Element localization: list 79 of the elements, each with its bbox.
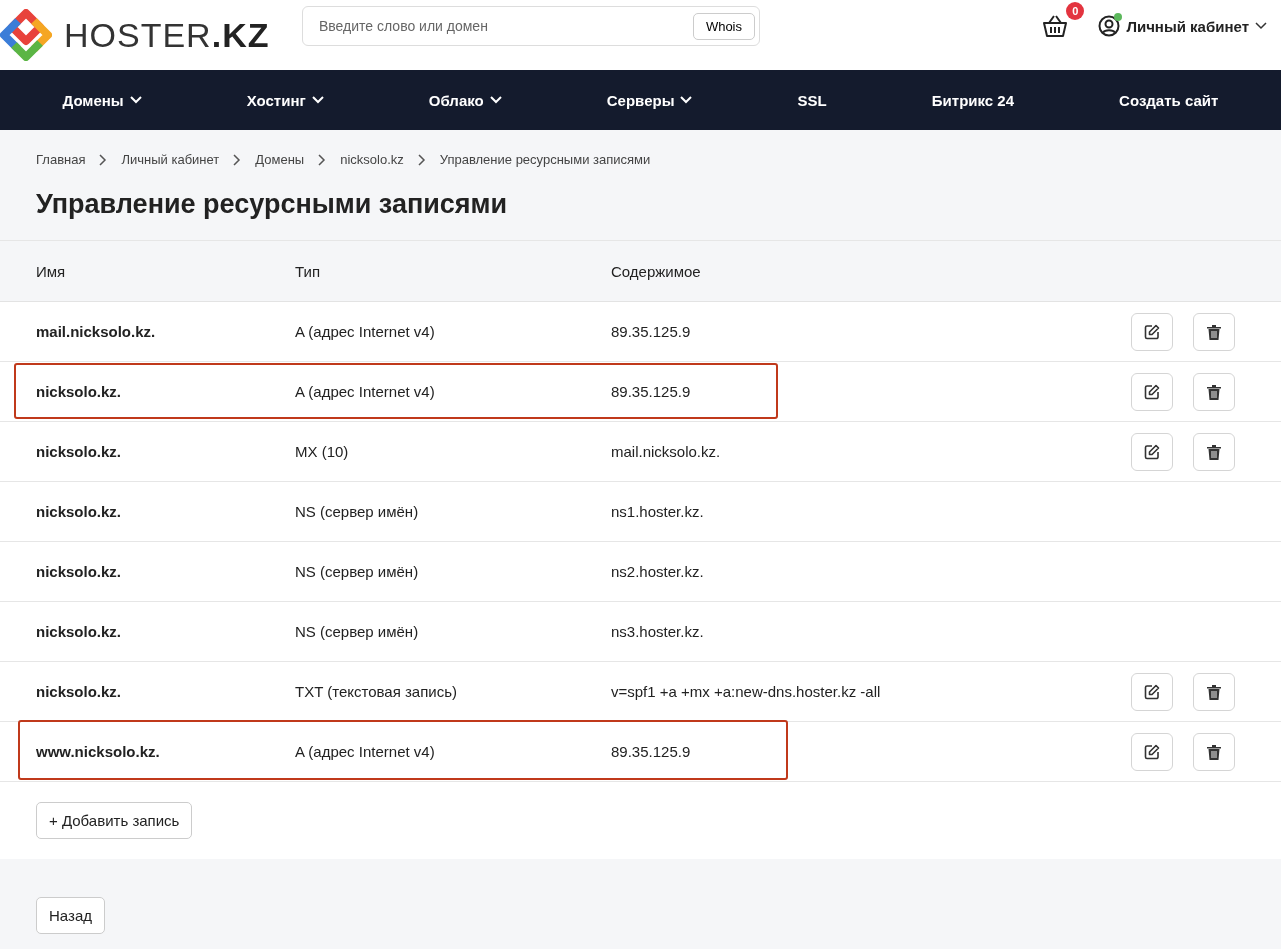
table-cell-text: mail.nicksolo.kz. (36, 323, 157, 340)
chevron-down-icon (489, 96, 502, 104)
table-cell-text: MX (10) (295, 443, 350, 460)
table-cell-text: ns2.hoster.kz. (611, 563, 705, 580)
edit-icon (1144, 683, 1160, 700)
table-cell-text: NS (сервер имён) (295, 623, 420, 640)
delete-button[interactable] (1193, 372, 1235, 411)
table-cell-text: nicksolo.kz. (36, 683, 123, 700)
column-header: Имя (36, 262, 67, 280)
delete-button[interactable] (1193, 312, 1235, 351)
edit-button[interactable] (1131, 312, 1173, 351)
trash-icon (1207, 323, 1221, 340)
table-cell-text: nicksolo.kz. (36, 563, 123, 580)
edit-button[interactable] (1131, 672, 1173, 711)
table-cell-text: www.nicksolo.kz. (36, 743, 161, 760)
page-title: Управление ресурсными записями (35, 188, 509, 221)
table-cell-text: TXT (текстовая запись) (295, 683, 458, 700)
chevron-right-icon (318, 153, 327, 166)
table-cell-text: 89.35.125.9 (611, 383, 692, 400)
breadcrumb-link[interactable]: nicksolo.kz (340, 152, 404, 167)
basket-icon[interactable] (1042, 14, 1069, 38)
column-header: Тип (295, 262, 321, 280)
delete-button[interactable] (1193, 432, 1235, 471)
nav-link[interactable]: Хостинг (246, 91, 324, 109)
chevron-down-icon (680, 96, 693, 104)
search-field[interactable]: Введите слово или домен Whois (302, 6, 760, 46)
chevron-icon (1255, 22, 1267, 30)
trash-icon (1207, 683, 1221, 700)
chevron-down-icon (311, 96, 324, 104)
chevron-right-icon (417, 153, 426, 166)
delete-button[interactable] (1193, 732, 1235, 771)
cart-count-badge: 0 (1066, 2, 1085, 20)
table-cell-text: nicksolo.kz. (36, 443, 123, 460)
account-menu[interactable]: Личный кабинет (1098, 15, 1267, 37)
add-record-button[interactable]: + Добавить запись (36, 802, 193, 839)
nav-link[interactable]: Облако (428, 91, 502, 109)
back-button[interactable]: Назад (36, 897, 105, 934)
table-cell-text: A (адрес Internet v4) (295, 383, 436, 400)
chevron-right-icon (99, 153, 108, 166)
edit-button[interactable] (1131, 372, 1173, 411)
edit-icon (1144, 743, 1160, 760)
delete-button[interactable] (1193, 672, 1235, 711)
whois-button[interactable]: Whois (692, 12, 755, 40)
table-cell-text: ns3.hoster.kz. (611, 623, 705, 640)
nav-link[interactable]: Домены (62, 91, 142, 109)
trash-icon (1207, 383, 1221, 400)
chevron-down-icon (129, 96, 142, 104)
table-cell-text: mail.nicksolo.kz. (611, 443, 722, 460)
table-cell-text: A (адрес Internet v4) (295, 323, 436, 340)
edit-icon (1144, 323, 1160, 340)
column-header: Содержимое (611, 262, 702, 280)
trash-icon (1207, 443, 1221, 460)
breadcrumb-link[interactable]: Управление ресурсными записями (439, 152, 651, 167)
nav-link[interactable]: Серверы (606, 91, 693, 109)
nav-link[interactable]: Создать сайт (1119, 91, 1219, 109)
breadcrumb-link[interactable]: Главная (36, 152, 86, 167)
table-cell-text: 89.35.125.9 (611, 743, 692, 760)
edit-button[interactable] (1131, 432, 1173, 471)
table-cell-text: nicksolo.kz. (36, 503, 123, 520)
nav-link[interactable]: SSL (797, 91, 827, 109)
table-cell-text: A (адрес Internet v4) (295, 743, 436, 760)
user-icon (1098, 15, 1121, 37)
breadcrumb-link[interactable]: Домены (255, 152, 305, 167)
table-cell-text: 89.35.125.9 (611, 323, 692, 340)
table-cell-text: NS (сервер имён) (295, 563, 420, 580)
trash-icon (1207, 743, 1221, 760)
table-cell-text: v=spf1 +a +mx +a:new-dns.hoster.kz -all (611, 683, 882, 700)
table-cell-text: NS (сервер имён) (295, 503, 420, 520)
nav-link[interactable]: Битрикс 24 (931, 91, 1015, 109)
edit-icon (1144, 383, 1160, 400)
logo-text[interactable]: HOSTER.KZ (64, 15, 270, 55)
logo-icon (0, 9, 52, 61)
breadcrumb-link[interactable]: Личный кабинет (121, 152, 220, 167)
table-cell-text: ns1.hoster.kz. (611, 503, 705, 520)
table-cell-text: nicksolo.kz. (36, 383, 123, 400)
edit-button[interactable] (1131, 732, 1173, 771)
table-cell-text: nicksolo.kz. (36, 623, 123, 640)
chevron-right-icon (233, 153, 242, 166)
edit-icon (1144, 443, 1160, 460)
